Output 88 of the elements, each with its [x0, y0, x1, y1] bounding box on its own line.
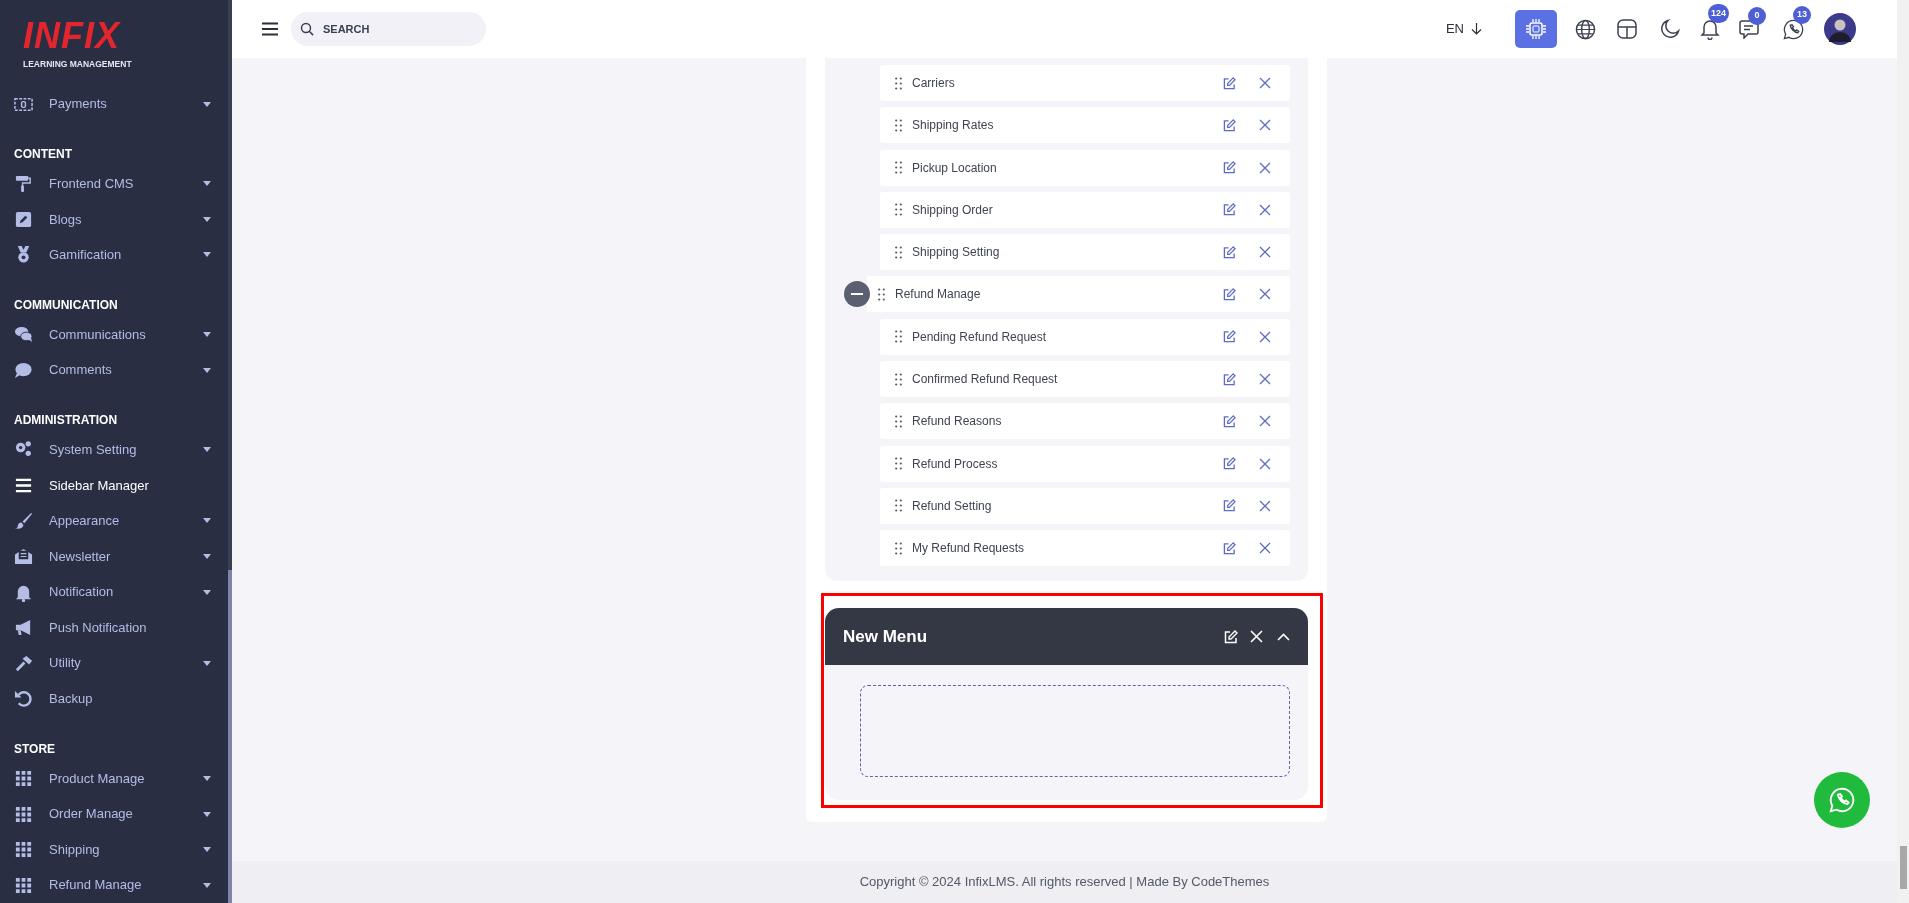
- sidebar-item[interactable]: System Setting: [0, 431, 228, 468]
- whatsapp-chat-button[interactable]: [1814, 772, 1870, 828]
- sidebar-item[interactable]: Order Manage: [0, 796, 228, 832]
- menu-item[interactable]: Shipping Rates: [880, 107, 1290, 144]
- drag-handle-icon[interactable]: [895, 118, 902, 132]
- drag-handle-icon[interactable]: [895, 541, 902, 555]
- chip-icon: [1525, 18, 1547, 40]
- avatar[interactable]: [1824, 13, 1856, 45]
- message-count-badge: 0: [1748, 7, 1766, 25]
- arrow-down-icon: [1471, 23, 1482, 35]
- menu-item[interactable]: Confirmed Refund Request: [880, 361, 1290, 398]
- grid-icon: [14, 804, 33, 824]
- copyright-text: Copyright © 2024 InfixLMS. All rights reserved | Made By CodeThemes: [859, 873, 1270, 892]
- chevron-up-icon[interactable]: [1277, 632, 1290, 641]
- drag-handle-icon[interactable]: [895, 245, 902, 259]
- sidebar-item[interactable]: Backup: [0, 681, 228, 717]
- menu-item[interactable]: Shipping Setting: [880, 234, 1290, 271]
- drag-handle-icon[interactable]: [895, 457, 902, 471]
- sidebar-item[interactable]: Shipping: [0, 831, 228, 868]
- drag-handle-icon[interactable]: [895, 76, 902, 90]
- whatsapp-count-badge: 13: [1793, 5, 1811, 24]
- collapse-toggle[interactable]: [844, 281, 870, 308]
- sidebar-item[interactable]: Notification: [0, 574, 228, 610]
- brush-icon: [14, 511, 33, 531]
- sidebar-item[interactable]: Gamification: [0, 237, 228, 273]
- menu-item[interactable]: Shipping Order: [880, 191, 1290, 228]
- drag-handle-icon[interactable]: [895, 499, 902, 513]
- sidebar-item[interactable]: Comments: [0, 352, 228, 388]
- menu-item[interactable]: Refund Process: [880, 445, 1290, 482]
- grid-icon: [14, 768, 33, 788]
- edit-icon[interactable]: [1224, 629, 1238, 644]
- grid-icon: [14, 875, 33, 895]
- sidebar-item[interactable]: Newsletter: [0, 538, 228, 575]
- menu-item[interactable]: Pending Refund Request: [880, 318, 1290, 355]
- sidebar-item[interactable]: Frontend CMS: [0, 165, 228, 202]
- moon-icon[interactable]: [1660, 19, 1680, 39]
- chat-bubbles-icon: [14, 325, 33, 344]
- logo-tagline: LEARNING MANAGEMENT: [23, 59, 133, 69]
- menu-item[interactable]: Carriers: [880, 65, 1290, 101]
- sidebar-item[interactable]: Appearance: [0, 503, 228, 539]
- drag-handle-icon[interactable]: [895, 161, 902, 175]
- layout-icon[interactable]: [1617, 19, 1637, 39]
- menu-item[interactable]: Refund Manage: [867, 276, 1290, 313]
- sidebar-item[interactable]: Communications: [0, 316, 228, 353]
- drag-handle-icon[interactable]: [895, 330, 902, 344]
- scrollbar[interactable]: [1897, 0, 1909, 903]
- sidebar-item[interactable]: Push Notification: [0, 609, 228, 646]
- envelope-icon: [14, 546, 33, 566]
- menu-item[interactable]: Refund Reasons: [880, 403, 1290, 440]
- drag-handle-icon[interactable]: [895, 414, 902, 428]
- sidebar-item[interactable]: Payments: [0, 86, 228, 122]
- menu-item[interactable]: Refund Setting: [880, 487, 1290, 524]
- sidebar-item[interactable]: Blogs: [0, 201, 228, 238]
- bell-icon[interactable]: [1700, 18, 1720, 40]
- drag-handle-icon[interactable]: [895, 372, 902, 386]
- sidebar-item[interactable]: Sidebar Manager: [0, 467, 228, 504]
- new-menu-title: New Menu: [843, 626, 928, 648]
- section-heading: STORE: [13, 740, 57, 758]
- paint-roller-icon: [14, 174, 33, 194]
- megaphone-icon: [14, 618, 33, 638]
- search-field[interactable]: SEARCH: [291, 12, 486, 46]
- drag-handle-icon[interactable]: [895, 203, 902, 217]
- menu-item[interactable]: Pickup Location: [880, 149, 1290, 186]
- section-heading: CONTENT: [13, 145, 73, 163]
- language-selector[interactable]: EN: [1445, 19, 1482, 39]
- chat-icon[interactable]: [1739, 19, 1759, 39]
- sidebar-item[interactable]: Refund Manage: [0, 867, 228, 903]
- search-icon: [300, 22, 314, 36]
- section-heading: COMMUNICATION: [13, 296, 119, 314]
- logo-wordmark: INFIX: [23, 18, 120, 54]
- pencil-square-icon: [14, 209, 33, 229]
- section-heading: ADMINISTRATION: [13, 411, 119, 429]
- minus-icon: [851, 293, 863, 296]
- undo-icon: [14, 689, 33, 709]
- notification-count-badge: 124: [1708, 4, 1730, 23]
- globe-icon[interactable]: [1575, 18, 1596, 40]
- drag-handle-icon[interactable]: [878, 288, 885, 301]
- hammer-icon: [14, 653, 33, 673]
- sidebar-item[interactable]: Utility: [0, 645, 228, 682]
- whatsapp-icon: [1829, 787, 1855, 813]
- whatsapp-icon[interactable]: [1783, 18, 1804, 40]
- grid-icon: [14, 840, 33, 860]
- scrollbar[interactable]: [228, 0, 232, 903]
- speech-bubble-icon: [14, 360, 33, 380]
- sidebar-item[interactable]: Product Manage: [0, 760, 228, 797]
- menu-item[interactable]: My Refund Requests: [880, 530, 1290, 567]
- menu-icon[interactable]: [262, 22, 278, 36]
- ai-button[interactable]: [1515, 10, 1557, 48]
